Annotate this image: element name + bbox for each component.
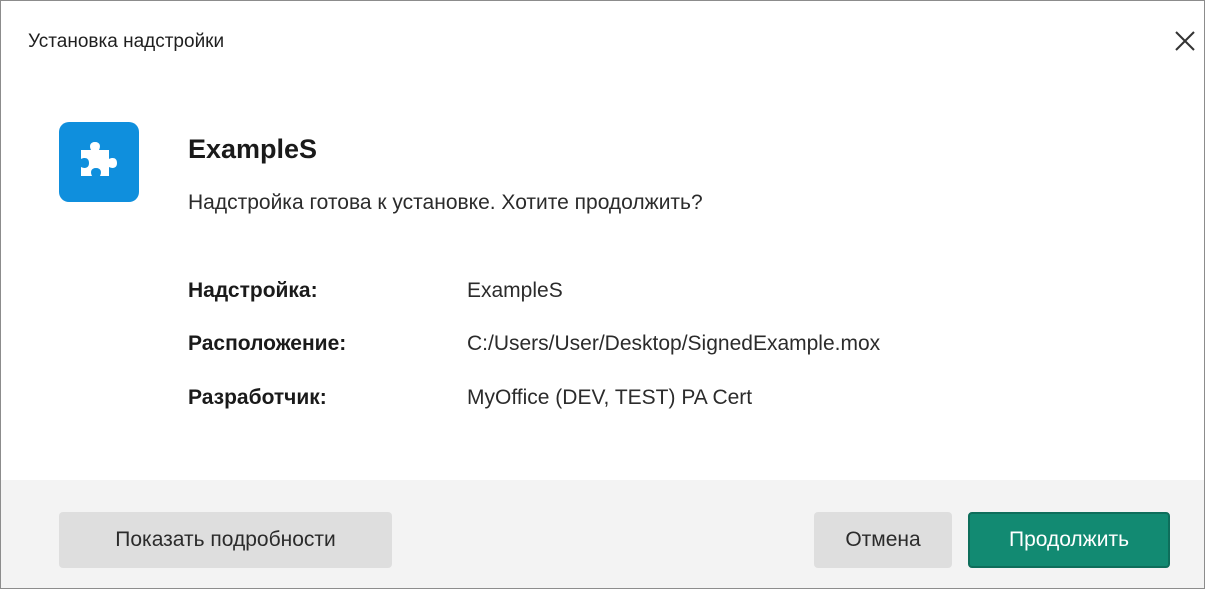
dialog-footer: Показать подробности Отмена Продолжить [1,480,1204,588]
addin-label: Надстройка: [188,279,318,302]
close-icon [1175,31,1195,51]
dialog-title: Установка надстройки [28,31,225,52]
developer-value: MyOffice (DEV, TEST) PA Cert [467,386,753,409]
puzzle-piece-icon [81,142,117,176]
show-details-button[interactable]: Показать подробности [59,512,392,568]
addin-value: ExampleS [467,279,563,302]
addin-name: ExampleS [188,134,318,164]
cancel-button[interactable]: Отмена [814,512,952,568]
addin-icon [59,122,139,202]
install-prompt: Надстройка готова к установке. Хотите пр… [188,191,703,214]
location-label: Расположение: [188,332,347,355]
continue-button[interactable]: Продолжить [968,512,1170,568]
title-bar: Установка надстройки [1,1,1204,87]
install-addin-dialog: Установка надстройки ExampleS Надстройка… [0,0,1205,589]
developer-label: Разработчик: [188,386,327,409]
location-value: C:/Users/User/Desktop/SignedExample.mox [467,332,881,355]
close-button[interactable] [1171,27,1199,55]
